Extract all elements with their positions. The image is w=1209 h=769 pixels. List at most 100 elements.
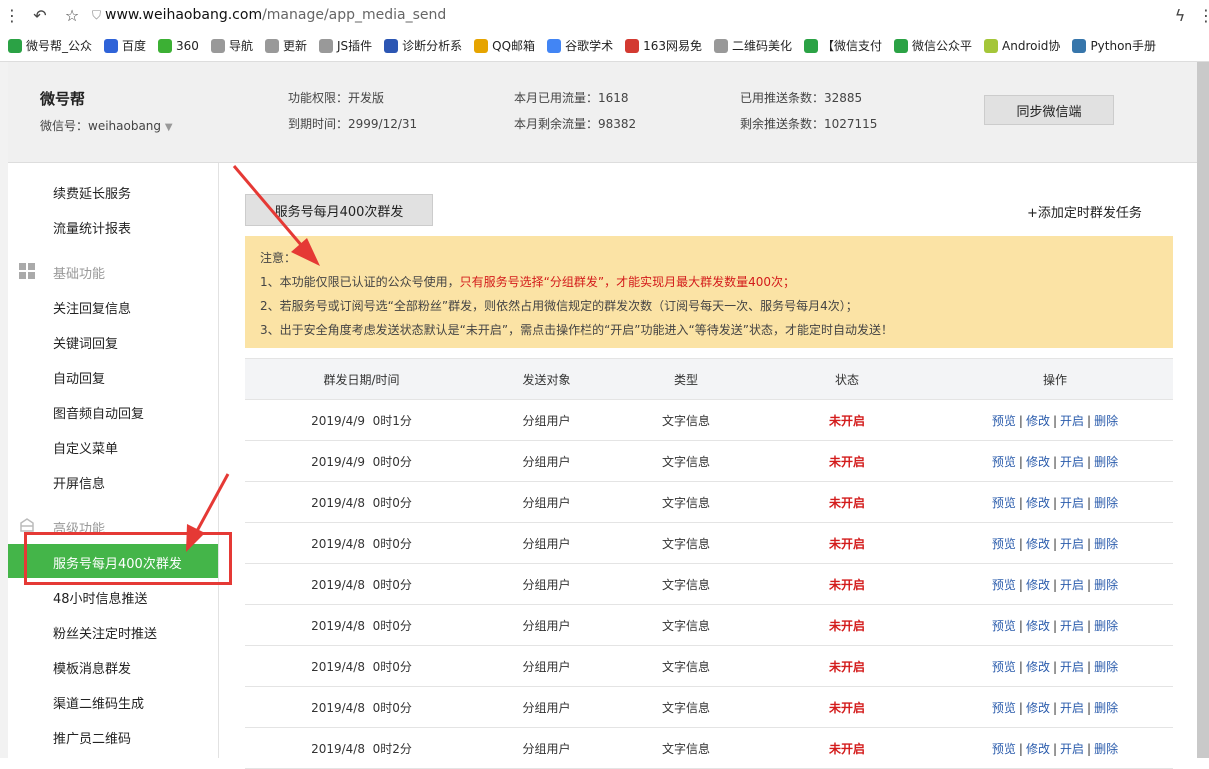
bookmark-item[interactable]: 更新 — [264, 37, 307, 54]
enable-link[interactable]: 开启 — [1060, 619, 1084, 633]
url-field[interactable]: ⛉ www.weihaobang.com/manage/app_media_se… — [92, 7, 446, 23]
table-row: 2019/4/8 0时0分 分组用户 文字信息 未开启 预览 | 修改 | 开启 | 删除 — [245, 604, 1173, 646]
edit-link[interactable]: 修改 — [1026, 578, 1050, 592]
sidebar-item-renew[interactable]: 续费延长服务 — [53, 183, 131, 202]
sidebar-item-template-msg[interactable]: 模板消息群发 — [53, 658, 131, 677]
more-icon[interactable]: ⋮ — [1196, 5, 1209, 25]
star-icon[interactable]: ☆ — [62, 5, 82, 25]
preview-link[interactable]: 预览 — [992, 701, 1016, 715]
enable-link[interactable]: 开启 — [1060, 742, 1084, 756]
wechat-id[interactable]: 微信号：weihaobang ▼ — [40, 117, 173, 134]
annotation-highlight-box — [24, 532, 232, 585]
sidebar-item-channel-qr[interactable]: 渠道二维码生成 — [53, 693, 144, 712]
preview-link[interactable]: 预览 — [992, 660, 1016, 674]
edit-link[interactable]: 修改 — [1026, 496, 1050, 510]
bookmark-item[interactable]: 163网易免 — [625, 37, 702, 54]
delete-link[interactable]: 删除 — [1094, 578, 1118, 592]
edit-link[interactable]: 修改 — [1026, 455, 1050, 469]
bookmark-icon — [384, 38, 399, 53]
edit-link[interactable]: 修改 — [1026, 619, 1050, 633]
cell-status: 未开启 — [757, 399, 937, 441]
used-flow: 本月已用流量：1618 — [514, 91, 629, 105]
menu-icon[interactable]: ⋮ — [2, 5, 22, 25]
table-row: 2019/4/8 0时0分 分组用户 文字信息 未开启 预览 | 修改 | 开启 | 删除 — [245, 563, 1173, 605]
cell-type: 文字信息 — [615, 563, 757, 605]
cell-ops: 预览 | 修改 | 开启 | 删除 — [937, 727, 1173, 769]
enable-link[interactable]: 开启 — [1060, 414, 1084, 428]
preview-link[interactable]: 预览 — [992, 537, 1016, 551]
edit-link[interactable]: 修改 — [1026, 701, 1050, 715]
enable-link[interactable]: 开启 — [1060, 701, 1084, 715]
cell-type: 文字信息 — [615, 440, 757, 482]
bookmark-label: JS插件 — [336, 39, 373, 53]
enable-link[interactable]: 开启 — [1060, 537, 1084, 551]
bookmark-item[interactable]: 微号帮_公众 — [8, 37, 92, 54]
sidebar-item-flow-report[interactable]: 流量统计报表 — [53, 218, 131, 237]
bookmark-item[interactable]: 百度 — [104, 37, 146, 54]
tab-mass-send[interactable]: 服务号每月400次群发 — [245, 194, 433, 226]
delete-link[interactable]: 删除 — [1094, 496, 1118, 510]
delete-link[interactable]: 删除 — [1094, 660, 1118, 674]
edit-link[interactable]: 修改 — [1026, 414, 1050, 428]
bookmark-icon — [158, 38, 173, 53]
edit-link[interactable]: 修改 — [1026, 537, 1050, 551]
enable-link[interactable]: 开启 — [1060, 496, 1084, 510]
delete-link[interactable]: 删除 — [1094, 701, 1118, 715]
enable-link[interactable]: 开启 — [1060, 660, 1084, 674]
enable-link[interactable]: 开启 — [1060, 578, 1084, 592]
sidebar-item-48h-push[interactable]: 48小时信息推送 — [53, 588, 148, 607]
sidebar-item-auto-reply[interactable]: 自动回复 — [53, 368, 105, 387]
edit-link[interactable]: 修改 — [1026, 660, 1050, 674]
preview-link[interactable]: 预览 — [992, 414, 1016, 428]
bookmark-item[interactable]: 二维码美化 — [713, 37, 792, 54]
cell-ops: 预览 | 修改 | 开启 | 删除 — [937, 645, 1173, 687]
sync-wechat-button[interactable]: 同步微信端 — [984, 95, 1114, 125]
enable-link[interactable]: 开启 — [1060, 455, 1084, 469]
sidebar-item-splash[interactable]: 开屏信息 — [53, 473, 105, 492]
col-header-ops: 操作 — [937, 358, 1173, 400]
delete-link[interactable]: 删除 — [1094, 414, 1118, 428]
left-push: 剩余推送条数：1027115 — [740, 117, 878, 131]
address-bar: ⋮ ↶ ☆ ⛉ www.weihaobang.com/manage/app_me… — [0, 0, 1209, 30]
edit-link[interactable]: 修改 — [1026, 742, 1050, 756]
bookmark-icon — [474, 38, 489, 53]
cell-date: 2019/4/8 0时0分 — [245, 686, 478, 728]
delete-link[interactable]: 删除 — [1094, 619, 1118, 633]
preview-link[interactable]: 预览 — [992, 742, 1016, 756]
preview-link[interactable]: 预览 — [992, 455, 1016, 469]
sidebar-item-follow-reply[interactable]: 关注回复信息 — [53, 298, 131, 317]
bookmark-item[interactable]: QQ邮箱 — [474, 37, 535, 54]
shield-icon: ⛉ — [92, 7, 102, 22]
bookmark-icon — [713, 38, 728, 53]
sidebar-item-custom-menu[interactable]: 自定义菜单 — [53, 438, 118, 457]
delete-link[interactable]: 删除 — [1094, 742, 1118, 756]
delete-link[interactable]: 删除 — [1094, 455, 1118, 469]
bookmark-item[interactable]: 360 — [158, 38, 199, 53]
sidebar-item-keyword-reply[interactable]: 关键词回复 — [53, 333, 118, 352]
cell-date: 2019/4/9 0时0分 — [245, 440, 478, 482]
op-separator: | — [1052, 700, 1058, 715]
preview-link[interactable]: 预览 — [992, 578, 1016, 592]
bookmark-item[interactable]: 导航 — [210, 37, 253, 54]
bookmark-item[interactable]: JS插件 — [318, 37, 373, 54]
sidebar-item-promoter-qr[interactable]: 推广员二维码 — [53, 728, 131, 747]
flash-icon[interactable]: ϟ — [1170, 5, 1190, 25]
delete-link[interactable]: 删除 — [1094, 537, 1118, 551]
bookmark-item[interactable]: 【微信支付 — [804, 37, 882, 54]
preview-link[interactable]: 预览 — [992, 619, 1016, 633]
scrollbar[interactable] — [1197, 62, 1209, 758]
bookmark-item[interactable]: Android协 — [984, 37, 1060, 54]
op-separator: | — [1018, 659, 1023, 674]
sidebar-item-follow-timed-push[interactable]: 粉丝关注定时推送 — [53, 623, 157, 642]
add-timed-task-link[interactable]: +添加定时群发任务 — [1027, 202, 1142, 221]
bookmark-item[interactable]: 诊断分析系 — [384, 37, 462, 54]
cell-status: 未开启 — [757, 440, 937, 482]
bookmark-item[interactable]: Python手册 — [1072, 37, 1156, 54]
sidebar-item-media-reply[interactable]: 图音频自动回复 — [53, 403, 144, 422]
cell-date: 2019/4/8 0时0分 — [245, 522, 478, 564]
bookmark-item[interactable]: 谷歌学术 — [547, 37, 613, 54]
preview-link[interactable]: 预览 — [992, 496, 1016, 510]
notice-line-3: 3、出于安全角度考虑发送状态默认是“未开启”，需点击操作栏的“开启”功能进入“等… — [260, 323, 893, 337]
back-icon[interactable]: ↶ — [30, 5, 50, 25]
bookmark-item[interactable]: 微信公众平 — [894, 37, 972, 54]
